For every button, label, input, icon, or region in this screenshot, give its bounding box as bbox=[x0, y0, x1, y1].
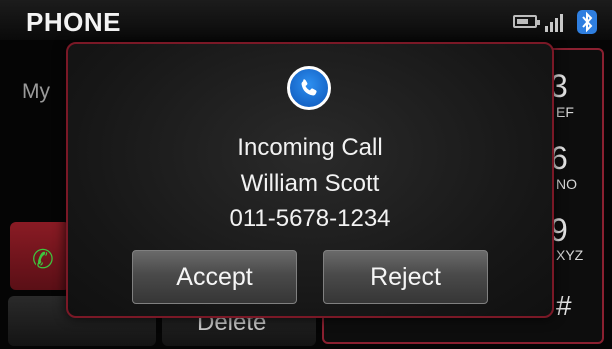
call-heading: Incoming Call bbox=[237, 134, 383, 161]
reject-button[interactable]: Reject bbox=[323, 250, 488, 304]
phone-icon: ✆ bbox=[32, 244, 54, 274]
dial-call-button[interactable]: ✆ bbox=[10, 222, 70, 290]
recent-label: My bbox=[22, 80, 50, 103]
accept-button[interactable]: Accept bbox=[132, 250, 297, 304]
caller-name: William Scott bbox=[240, 170, 380, 197]
signal-icon bbox=[545, 12, 569, 32]
key-3-letters: EF bbox=[556, 104, 574, 120]
incoming-call-icon bbox=[287, 66, 331, 110]
bluetooth-icon bbox=[577, 10, 597, 34]
battery-icon bbox=[513, 15, 540, 28]
key-9-letters: XYZ bbox=[556, 247, 584, 263]
key-hash[interactable]: # bbox=[556, 290, 572, 322]
phone-screen: PHONE My 3 EF 6 NO 9 XYZ # ✆ Delete Inco… bbox=[0, 0, 612, 349]
key-6-letters: NO bbox=[556, 176, 577, 192]
status-bar: PHONE bbox=[0, 0, 612, 40]
caller-number: 011-5678-1234 bbox=[229, 205, 391, 232]
page-title: PHONE bbox=[26, 7, 121, 37]
